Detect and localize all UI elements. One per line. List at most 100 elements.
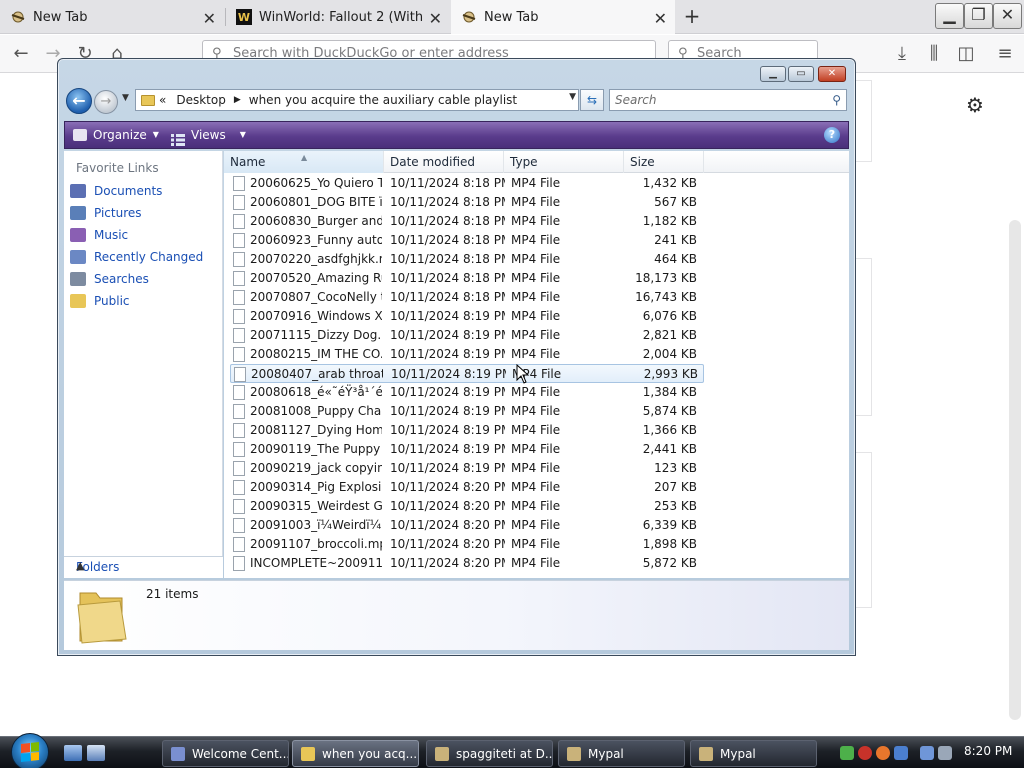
taskbar-button[interactable]: when you acq... [292, 740, 419, 767]
taskbar-button[interactable]: Mypal [558, 740, 685, 767]
browser-tab-2[interactable]: W WinWorld: Fallout 2 (With unp ✕ [226, 0, 450, 34]
browser-tab-3[interactable]: New Tab ✕ [451, 0, 675, 34]
browser-tab-1[interactable]: New Tab ✕ [0, 0, 224, 34]
views-button[interactable]: Views ▼ [171, 122, 246, 148]
file-row[interactable]: 20081008_Puppy Chan... 10/11/2024 8:19 PM… [230, 402, 704, 421]
explorer-maximize-button[interactable]: ▭ [788, 66, 814, 82]
fallout-vaultboy-icon [567, 746, 581, 761]
column-header-date-modified[interactable]: Date modified [384, 151, 504, 173]
file-row[interactable]: 20090315_Weirdest Gu... 10/11/2024 8:20 P… [230, 497, 704, 516]
file-type: MP4 File [511, 195, 561, 209]
breadcrumb-prefix[interactable]: « [159, 93, 166, 107]
back-arrow-icon[interactable]: ← [66, 88, 92, 114]
file-icon [233, 328, 245, 343]
file-row[interactable]: 20060830_Burger and F... 10/11/2024 8:18 … [230, 212, 704, 231]
favorite-link-pictures[interactable]: Pictures [70, 203, 142, 223]
chevron-down-icon[interactable]: ▼ [122, 93, 129, 103]
chevron-down-icon[interactable]: ▼ [569, 92, 576, 102]
sidebar-icon[interactable]: ◫ [953, 42, 979, 66]
explorer-window: ▁ ▭ ✕ ← → ▼ « Desktop ▶ when you acquire… [57, 58, 856, 656]
file-row[interactable]: 20080407_arab throat s... 10/11/2024 8:19… [230, 364, 704, 383]
organize-button[interactable]: Organize ▼ [73, 122, 159, 148]
favorite-link-searches[interactable]: Searches [70, 269, 149, 289]
address-bar[interactable]: « Desktop ▶ when you acquire the auxilia… [135, 89, 579, 111]
menu-icon[interactable]: ≡ [992, 42, 1018, 66]
new-tab-button[interactable]: + [680, 4, 704, 28]
start-button[interactable] [11, 733, 49, 768]
favorite-link-music[interactable]: Music [70, 225, 128, 245]
restore-button[interactable]: ❐ [964, 3, 993, 29]
volume-tray-icon[interactable] [938, 746, 952, 760]
file-row[interactable]: 20070220_asdfghjkk.m... 10/11/2024 8:18 P… [230, 250, 704, 269]
taskbar-button[interactable]: Mypal [690, 740, 817, 767]
page-scrollbar[interactable] [1009, 220, 1021, 720]
file-row[interactable]: 20060923_Funny auto... 10/11/2024 8:18 PM… [230, 231, 704, 250]
close-button[interactable]: ✕ [993, 3, 1022, 29]
file-row[interactable]: 20080215_IM THE CO... 10/11/2024 8:19 PM M… [230, 345, 704, 364]
tab-close-icon[interactable]: ✕ [429, 9, 442, 28]
tab-close-icon[interactable]: ✕ [203, 9, 216, 28]
gear-icon[interactable]: ⚙ [966, 93, 984, 117]
taskbar-button[interactable]: Welcome Cent... [162, 740, 289, 767]
file-row[interactable]: 20060801_DOG BITE ï¼... 10/11/2024 8:18 P… [230, 193, 704, 212]
favorite-link-recently-changed[interactable]: Recently Changed [70, 247, 203, 267]
file-row[interactable]: 20091107_broccoli.mp4 10/11/2024 8:20 PM M… [230, 535, 704, 554]
page-card [856, 452, 872, 608]
taskbar-button[interactable]: spaggiteti at D... [426, 740, 553, 767]
explorer-close-button[interactable]: ✕ [818, 66, 846, 82]
file-date-modified: 10/11/2024 8:20 PM [390, 556, 505, 570]
file-date-modified: 10/11/2024 8:19 PM [390, 328, 505, 342]
file-type: MP4 File [511, 309, 561, 323]
file-row[interactable]: 20071115_Dizzy Dog.m... 10/11/2024 8:19 P… [230, 326, 704, 345]
file-row[interactable]: 20070916_Windows XP... 10/11/2024 8:19 PM… [230, 307, 704, 326]
sort-ascending-icon: ▲ [301, 153, 308, 162]
file-name: 20060923_Funny auto... [250, 233, 382, 247]
file-row[interactable]: 20090314_Pig Explosio... 10/11/2024 8:20 … [230, 478, 704, 497]
minimize-button[interactable]: ▁ [935, 3, 964, 29]
switch-windows-icon[interactable] [87, 745, 105, 761]
breadcrumb-current-folder[interactable]: when you acquire the auxiliary cable pla… [249, 93, 517, 107]
network-tray-icon[interactable] [894, 746, 908, 760]
file-icon [233, 252, 245, 267]
file-icon [233, 537, 245, 552]
red-x-icon[interactable] [858, 746, 872, 760]
column-header-type[interactable]: Type [504, 151, 624, 173]
explorer-minimize-button[interactable]: ▁ [760, 66, 786, 82]
file-row[interactable]: 20081127_Dying Home... 10/11/2024 8:19 PM… [230, 421, 704, 440]
downloads-icon[interactable]: ⤓ [889, 42, 915, 66]
file-row[interactable]: INCOMPLETE~200911... 10/11/2024 8:20 PM MP… [230, 554, 704, 573]
file-row[interactable]: 20080618_é«˜éŸ³å¹´éŸ³... 10/11/2024 8:19 … [230, 383, 704, 402]
explorer-titlebar[interactable]: ▁ ▭ ✕ [58, 59, 855, 85]
pictures-icon [70, 206, 86, 220]
back-arrow-icon[interactable]: ← [8, 42, 34, 66]
file-size: 2,821 KB [642, 328, 697, 342]
file-date-modified: 10/11/2024 8:20 PM [390, 537, 505, 551]
favorite-link-public[interactable]: Public [70, 291, 130, 311]
file-date-modified: 10/11/2024 8:19 PM [390, 347, 505, 361]
clock[interactable]: 8:20 PM [964, 744, 1012, 758]
breadcrumb-desktop[interactable]: Desktop [176, 93, 226, 107]
tab-close-icon[interactable]: ✕ [654, 9, 667, 28]
help-button[interactable]: ? [824, 127, 840, 143]
file-row[interactable]: 20060625_Yo Quiero T... 10/11/2024 8:18 P… [230, 174, 704, 193]
search-icon: ⚲ [832, 93, 841, 107]
explorer-search-input[interactable]: Search ⚲ [609, 89, 847, 111]
file-row[interactable]: 20070520_Amazing Ru... 10/11/2024 8:18 PM… [230, 269, 704, 288]
file-row[interactable]: 20091003_ï¼Weirdï¼, ... 10/11/2024 8:20 P… [230, 516, 704, 535]
column-header-size[interactable]: Size [624, 151, 704, 173]
column-header-name[interactable]: ▲ Name [224, 151, 384, 173]
security-shield-icon[interactable] [840, 746, 854, 760]
firefox-tray-icon[interactable] [876, 746, 890, 760]
refresh-icon[interactable]: ⇆ [580, 89, 604, 111]
chevron-right-icon[interactable]: ▶ [234, 95, 241, 105]
folders-toggle[interactable]: Folders ▲ [64, 556, 223, 578]
file-date-modified: 10/11/2024 8:19 PM [390, 442, 505, 456]
favorite-link-documents[interactable]: Documents [70, 181, 162, 201]
file-row[interactable]: 20070807_CocoNelly t... 10/11/2024 8:18 P… [230, 288, 704, 307]
file-row[interactable]: 20090219_jack copying... 10/11/2024 8:19 … [230, 459, 704, 478]
forward-arrow-icon[interactable]: → [94, 90, 118, 114]
show-desktop-icon[interactable] [64, 745, 82, 761]
wifi-tray-icon[interactable] [920, 746, 934, 760]
file-row[interactable]: 20090119_The Puppy C... 10/11/2024 8:19 P… [230, 440, 704, 459]
library-icon[interactable]: ⫼ [921, 42, 947, 66]
